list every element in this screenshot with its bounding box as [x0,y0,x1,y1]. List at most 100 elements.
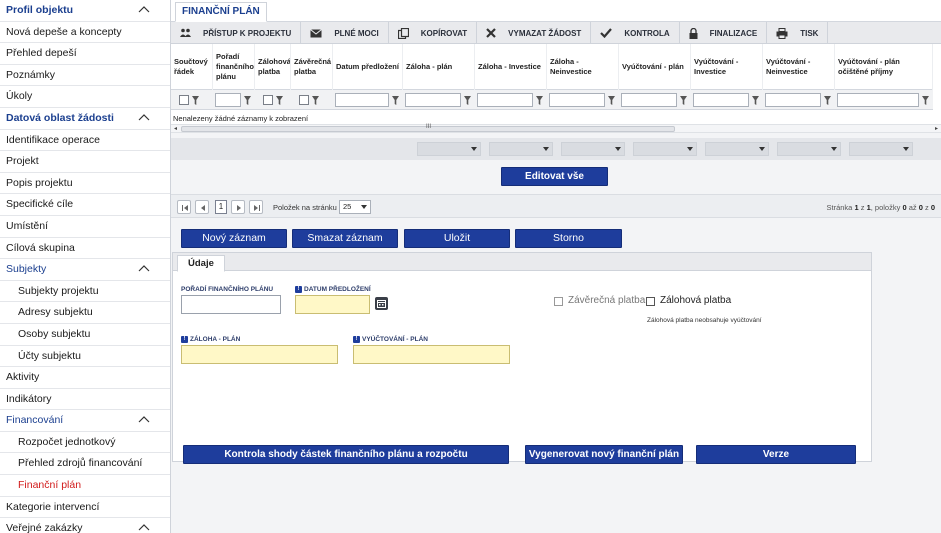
column-header[interactable]: Záloha - plán [403,44,475,90]
sidebar-item[interactable]: Umístění [0,216,170,238]
filter-input[interactable] [549,93,605,107]
sidebar-chevron[interactable] [138,108,152,129]
filter-checkbox[interactable] [263,95,273,105]
sidebar-item[interactable]: Financování [0,410,170,432]
toolbar-button[interactable]: FINALIZACE [680,22,768,44]
toolbar-button[interactable]: PLNÉ MOCI [301,22,389,44]
scroll-left-icon[interactable]: ◂ [174,125,177,132]
edit-all-button[interactable]: Editovat vše [501,167,608,186]
filter-button[interactable] [276,95,283,105]
sidebar-item[interactable]: Úkoly [0,86,170,108]
toolbar-button[interactable]: KOPÍROVAT [389,22,478,44]
tab-udaje[interactable]: Údaje [177,255,225,272]
versions-button[interactable]: Verze [696,445,856,464]
filter-button[interactable] [680,95,687,105]
sidebar-item[interactable]: Adresy subjektu [0,302,170,324]
sidebar-item[interactable]: Veřejné zakázky [0,518,170,533]
column-header[interactable]: Zálohová platba [255,44,291,90]
sidebar-item[interactable]: Přehled zdrojů financování [0,453,170,476]
new-record-button[interactable]: Nový záznam [181,229,287,248]
filter-input[interactable] [405,93,461,107]
filter-button[interactable] [464,95,471,105]
filter-button[interactable] [312,95,319,105]
sum-dropdown[interactable] [489,142,553,156]
filter-button[interactable] [824,95,831,105]
filter-input[interactable] [693,93,749,107]
filter-button[interactable] [192,95,199,105]
scroll-right-icon[interactable]: ▸ [935,125,938,132]
column-header[interactable]: Vyúčtování - Investice [691,44,763,90]
filter-button[interactable] [608,95,615,105]
filter-input[interactable] [335,93,389,107]
column-header[interactable]: Závěrečná platba [291,44,333,90]
sum-dropdown[interactable] [633,142,697,156]
filter-input[interactable] [837,93,919,107]
current-page-input[interactable]: 1 [215,200,227,214]
filter-button[interactable] [752,95,759,105]
sidebar-item[interactable]: Přehled depeší [0,43,170,65]
first-page-button[interactable] [177,200,191,214]
save-button[interactable]: Uložit [404,229,510,248]
sum-dropdown[interactable] [777,142,841,156]
toolbar-button[interactable]: PŘÍSTUP K PROJEKTU [171,22,302,44]
sidebar-item[interactable]: Profil objektu [0,0,170,22]
calendar-button[interactable] [375,297,388,310]
zaverecna-checkbox[interactable] [554,297,563,306]
zaloha-plan-input[interactable] [181,345,338,364]
sidebar-item[interactable]: Subjekty [0,259,170,281]
sidebar-item[interactable]: Subjekty projektu [0,281,170,303]
sidebar-item[interactable]: Datová oblast žádosti [0,108,170,130]
column-header[interactable]: Vyúčtování - plán očištěné příjmy [835,44,933,90]
sum-dropdown[interactable] [705,142,769,156]
column-header[interactable]: Pořadí finančního plánu [213,44,255,90]
poradi-input[interactable] [181,295,281,314]
sidebar-item[interactable]: Projekt [0,151,170,173]
column-header[interactable]: Datum předložení [333,44,403,90]
sidebar-item[interactable]: Poznámky [0,65,170,87]
filter-input[interactable] [621,93,677,107]
delete-record-button[interactable]: Smazat záznam [292,229,398,248]
sidebar-item[interactable]: Aktivity [0,367,170,389]
column-header[interactable]: Vyúčtování - Neinvestice [763,44,835,90]
column-header[interactable]: Součtový řádek [171,44,213,90]
sum-dropdown[interactable] [849,142,913,156]
sidebar-item[interactable]: Identifikace operace [0,130,170,152]
page-size-select[interactable]: 25 [339,200,371,214]
toolbar-button[interactable]: VYMAZAT ŽÁDOST [477,22,592,44]
sidebar-chevron[interactable] [138,0,152,21]
sidebar-chevron[interactable] [138,259,152,280]
sum-dropdown[interactable] [561,142,625,156]
column-header[interactable]: Vyúčtování - plán [619,44,691,90]
next-page-button[interactable] [231,200,245,214]
filter-button[interactable] [244,95,251,105]
filter-checkbox[interactable] [179,95,189,105]
sidebar-item[interactable]: Specifické cíle [0,194,170,216]
scroll-thumb[interactable]: III [181,124,675,132]
toolbar-button[interactable]: TISK [767,22,829,44]
sidebar-item[interactable]: Rozpočet jednotkový [0,432,170,454]
filter-input[interactable] [477,93,533,107]
filter-button[interactable] [392,95,399,105]
last-page-button[interactable] [249,200,263,214]
toolbar-button[interactable]: KONTROLA [591,22,680,44]
filter-input[interactable] [765,93,821,107]
sidebar-item[interactable]: Indikátory [0,389,170,411]
sidebar-item[interactable]: Osoby subjektu [0,324,170,346]
generate-plan-button[interactable]: Vygenerovat nový finanční plán [525,445,683,464]
zalohova-checkbox[interactable] [646,297,655,306]
sidebar-item[interactable]: Kategorie intervencí [0,497,170,519]
column-header[interactable]: Záloha - Investice [475,44,547,90]
sum-dropdown[interactable] [417,142,481,156]
check-plan-budget-button[interactable]: Kontrola shody částek finančního plánu a… [183,445,509,464]
column-header[interactable]: Záloha - Neinvestice [547,44,619,90]
vyuctovani-plan-input[interactable] [353,345,510,364]
filter-checkbox[interactable] [299,95,309,105]
sidebar-chevron[interactable] [138,518,152,533]
filter-input[interactable] [215,93,241,107]
datum-predlozeni-input[interactable] [295,295,370,314]
sidebar-item[interactable]: Nová depeše a koncepty [0,22,170,44]
horizontal-scrollbar[interactable]: ◂ III ▸ [171,124,941,133]
sidebar-item[interactable]: Popis projektu [0,173,170,195]
prev-page-button[interactable] [195,200,209,214]
filter-button[interactable] [922,95,929,105]
